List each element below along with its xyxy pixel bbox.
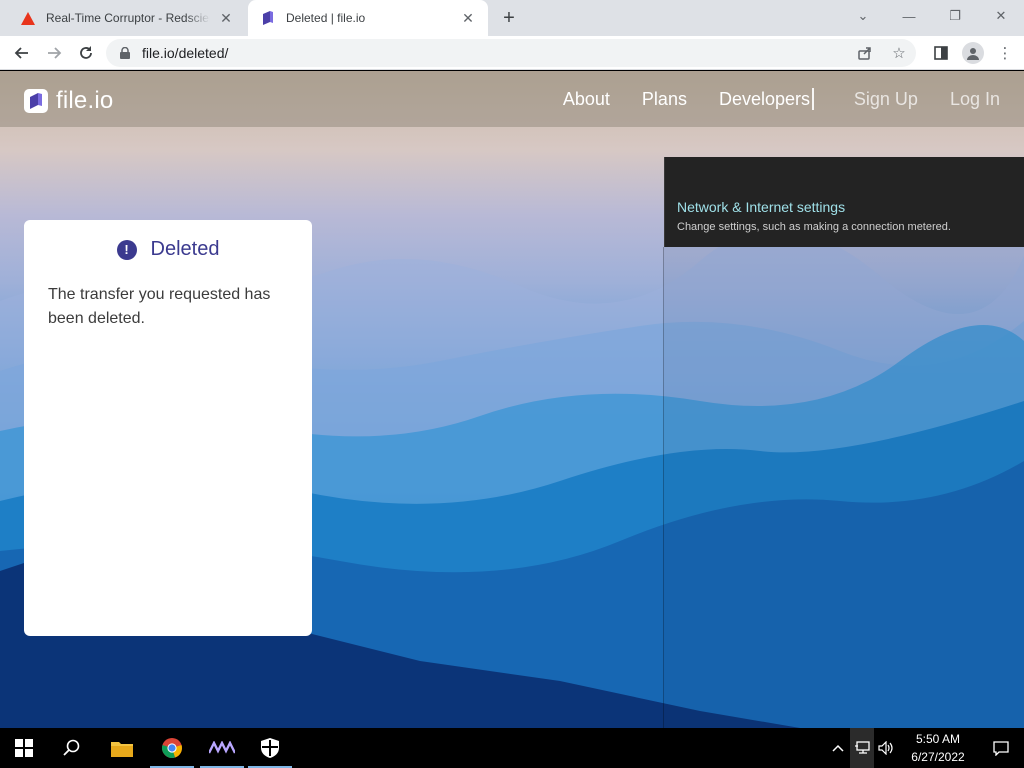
network-settings-link[interactable]: Network & Internet settings [677,199,845,215]
network-settings-description: Change settings, such as making a connec… [677,221,951,233]
nav-divider [812,71,814,127]
clock-time: 5:50 AM [915,732,961,746]
side-panel-icon[interactable] [930,42,952,64]
file-explorer-icon[interactable] [98,728,146,768]
new-tab-button[interactable]: + [498,7,520,29]
site-header: file.io About Plans Developers Sign Up L… [0,71,1024,127]
restore-button[interactable]: ❐ [932,0,978,32]
reload-icon[interactable] [72,39,100,67]
site-nav: About Plans Developers [563,71,810,127]
start-windows-icon[interactable] [0,728,48,768]
close-tab-icon[interactable]: ✕ [216,8,236,28]
minimize-button[interactable]: — [886,0,932,32]
lock-icon[interactable] [120,46,132,60]
fileio-logo[interactable]: file.io [24,87,113,115]
chevron-up-icon[interactable] [826,728,850,768]
browser-toolbar: file.io/deleted/ ☆ ⋮ [0,36,1024,70]
nav-login-link[interactable]: Log In [950,89,1000,110]
menu-kebab-icon[interactable]: ⋮ [994,42,1016,64]
corruptor-app-icon[interactable] [198,728,246,768]
tab-real-time-corruptor[interactable]: Real-Time Corruptor - Redscientist ✕ [8,0,246,36]
url-text: file.io/deleted/ [142,45,229,61]
close-window-button[interactable]: ✕ [978,0,1024,32]
exclamation-circle-icon: ! [116,239,137,260]
bookmark-star-icon[interactable]: ☆ [888,42,910,64]
auth-nav: Sign Up Log In [854,71,1000,127]
profile-avatar-icon[interactable] [962,42,984,64]
card-title: Deleted [150,238,220,260]
nav-signup-link[interactable]: Sign Up [854,89,918,110]
tab-title: Deleted | file.io [286,11,366,25]
volume-icon[interactable] [874,728,898,768]
tab-deleted-fileio[interactable]: Deleted | file.io ✕ [248,0,488,36]
page-viewport: file.io About Plans Developers Sign Up L… [0,71,1024,728]
nav-plans-link[interactable]: Plans [642,89,687,110]
warning-triangle-icon [20,10,36,26]
share-icon[interactable] [854,42,876,64]
network-icon[interactable] [850,728,874,768]
flyout-panel-area [663,247,1024,728]
taskbar-clock[interactable]: 5:50 AM 6/27/2022 [898,730,978,766]
fileio-favicon-icon [260,10,276,26]
close-tab-icon[interactable]: ✕ [458,8,478,28]
nav-about-link[interactable]: About [563,89,610,110]
address-bar[interactable]: file.io/deleted/ ☆ [106,39,916,67]
windows-taskbar: 5:50 AM 6/27/2022 [0,728,1024,768]
card-message: The transfer you requested has been dele… [48,286,271,327]
deleted-card: ! Deleted The transfer you requested has… [24,220,312,636]
search-icon[interactable] [48,728,96,768]
system-tray: 5:50 AM 6/27/2022 [826,728,1024,768]
tab-search-chevron-icon[interactable]: ⌄ [840,0,886,32]
security-shield-icon[interactable] [246,728,294,768]
logo-text: file.io [56,87,114,114]
forward-arrow-icon[interactable] [40,39,68,67]
tab-title: Real-Time Corruptor - Redscientist [46,11,210,25]
chrome-icon[interactable] [148,728,196,768]
nav-developers-link[interactable]: Developers [719,89,810,110]
fileio-logo-icon [24,89,48,113]
notification-center-icon[interactable] [978,728,1024,768]
network-flyout[interactable]: Network & Internet settings Change setti… [664,157,1024,247]
clock-date: 6/27/2022 [911,750,965,764]
tab-strip: Real-Time Corruptor - Redscientist ✕ Del… [0,0,1024,36]
back-arrow-icon[interactable] [8,39,36,67]
